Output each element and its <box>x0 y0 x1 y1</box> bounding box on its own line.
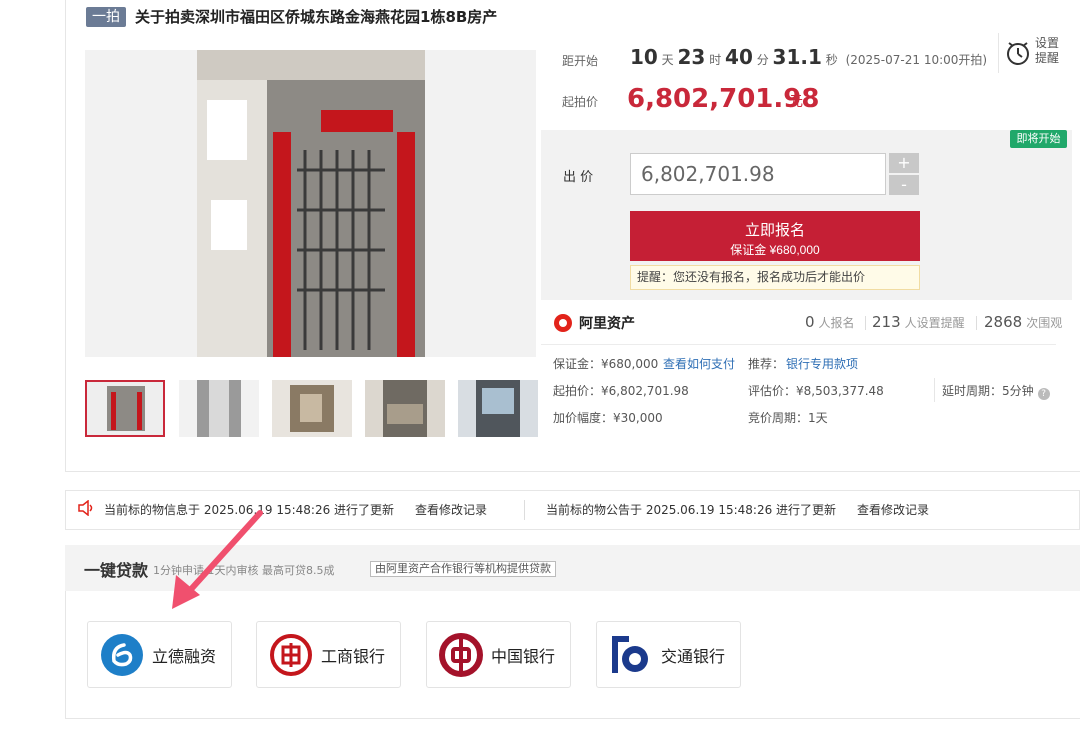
platform-name: 阿里资产 <box>579 316 635 332</box>
signup-label: 立即报名 <box>744 221 805 239</box>
recommend-link[interactable]: 银行专用款项 <box>786 356 858 372</box>
deposit-label: 保证金 ¥680,000 <box>730 242 820 257</box>
divider <box>524 500 525 520</box>
boc-logo-icon <box>439 632 483 677</box>
start-price-label: 起拍价 <box>562 95 599 109</box>
recommend-label: 推荐： <box>748 357 785 371</box>
signup-count: 0 人报名 <box>805 313 855 331</box>
bank-option-icbc[interactable]: 工商银行 <box>256 621 401 688</box>
bocom-logo-icon <box>612 635 648 673</box>
start-price-detail: 起拍价：¥6,802,701.98 <box>553 384 689 398</box>
reminder-count: 213 人设置提醒 <box>872 313 965 331</box>
bank-name: 立德融资 <box>152 646 217 666</box>
bank-name: 工商银行 <box>321 646 386 666</box>
speaker-icon <box>78 500 93 516</box>
countdown-minutes: 40 <box>725 45 753 69</box>
icbc-logo-icon <box>270 633 312 676</box>
divider <box>934 378 935 402</box>
start-price-unit: 元 <box>789 94 803 110</box>
view-count: 2868 次围观 <box>984 313 1063 331</box>
decrease-bid-button[interactable]: - <box>889 175 919 195</box>
help-icon[interactable]: ? <box>1037 388 1050 400</box>
info-update-link[interactable]: 查看修改记录 <box>415 502 487 518</box>
bid-amount-input[interactable] <box>630 153 886 195</box>
bank-option-bocom[interactable]: 交通银行 <box>596 621 741 688</box>
signup-tip: 提醒：您还没有报名，报名成功后才能出价 <box>630 265 920 290</box>
increment-detail: 加价幅度：¥30,000 <box>553 411 663 425</box>
thumbnail-3[interactable] <box>272 380 352 437</box>
thumbnail-4[interactable] <box>365 380 445 437</box>
thumbnail-1[interactable] <box>85 380 165 437</box>
notice-update-text: 当前标的物公告于 2025.06.19 15:48:26 进行了更新 <box>546 503 837 517</box>
thumbnail-5[interactable] <box>458 380 538 437</box>
auction-round-tag: 一拍 <box>86 7 126 27</box>
bank-option-boc[interactable]: 中国银行 <box>426 621 571 688</box>
annotation-arrow <box>172 510 263 609</box>
lide-finance-logo-icon <box>101 633 143 676</box>
notice-update-link[interactable]: 查看修改记录 <box>857 502 929 518</box>
signup-button[interactable]: 立即报名 保证金 ¥680,000 <box>630 211 920 261</box>
delay-period-detail: 延时周期：5分钟? <box>942 383 1050 400</box>
start-time-note: (2025-07-21 10:00开拍) <box>845 53 988 67</box>
countdown-days: 10 <box>630 45 658 69</box>
ali-assets-icon <box>554 314 572 332</box>
bid-label: 出 价 <box>563 170 594 185</box>
alarm-clock-icon <box>1007 42 1029 65</box>
countdown-seconds: 31.1 <box>772 45 822 69</box>
divider <box>976 316 977 330</box>
main-photo[interactable] <box>85 50 536 357</box>
thumbnail-2[interactable] <box>179 380 259 437</box>
divider <box>865 316 866 330</box>
door-photo-illustration <box>85 50 536 357</box>
countdown-label: 距开始 <box>562 54 599 68</box>
remind-label[interactable]: 设置提醒 <box>1035 36 1065 66</box>
increase-bid-button[interactable]: + <box>889 153 919 173</box>
countdown: 10 天 23 时 40 分 31.1 秒 (2025-07-21 10:00开… <box>630 45 988 69</box>
deposit-detail: 保证金：¥680,000 <box>553 357 659 371</box>
bank-name: 中国银行 <box>491 646 556 666</box>
bank-option-lide[interactable]: 立德融资 <box>87 621 232 688</box>
bid-period-detail: 竞价周期：1天 <box>748 411 828 425</box>
appraisal-detail: 评估价：¥8,503,377.48 <box>748 384 884 398</box>
loan-title: 一键贷款 <box>84 561 149 580</box>
status-badge: 即将开始 <box>1010 130 1067 148</box>
page-title: 关于拍卖深圳市福田区侨城东路金海燕花园1栋8B房产 <box>135 8 498 26</box>
platform-logo[interactable]: 阿里资产 <box>553 312 635 334</box>
divider <box>541 344 1056 345</box>
how-to-pay-link[interactable]: 查看如何支付 <box>663 356 735 372</box>
countdown-hours: 23 <box>677 45 706 69</box>
bank-name: 交通银行 <box>661 646 726 666</box>
loan-provider-tag: 由阿里资产合作银行等机构提供贷款 <box>370 561 556 577</box>
